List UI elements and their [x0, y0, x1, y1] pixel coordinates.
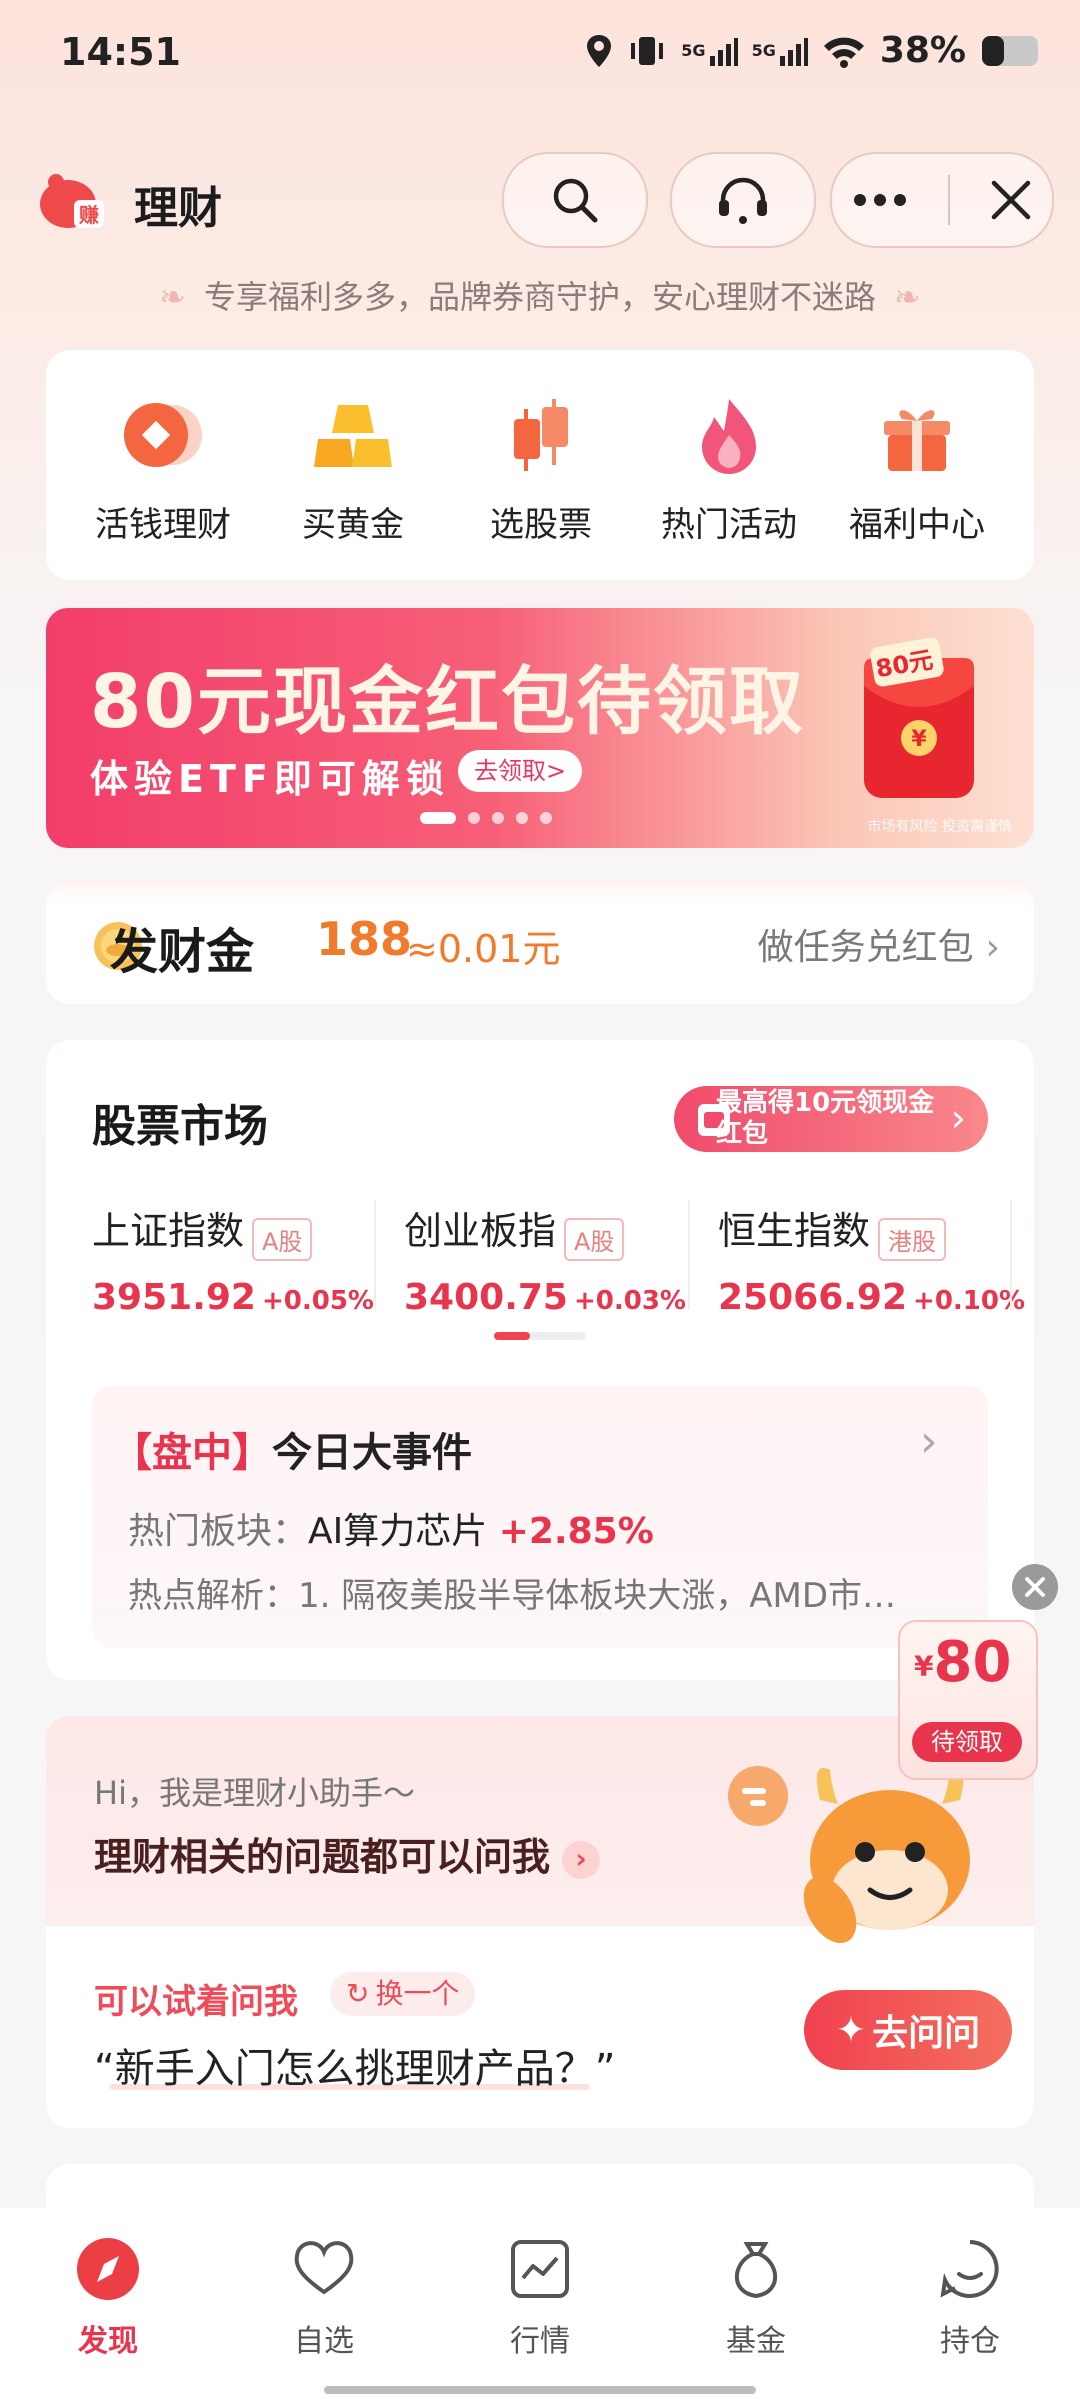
banner-dot — [492, 812, 504, 824]
wifi-icon — [823, 37, 864, 68]
assistant-prompt-link[interactable]: 理财相关的问题都可以问我 › — [94, 1826, 601, 1881]
chevron-right-icon: › — [950, 1096, 966, 1140]
chevron-circle-icon: › — [562, 1840, 601, 1879]
banner-dot — [420, 812, 456, 824]
banner-claim-button[interactable]: 去领取> — [458, 750, 583, 792]
leaf-right-icon: ❧ — [894, 278, 921, 316]
refresh-icon: ↻ — [346, 1977, 370, 2010]
index-shanghai[interactable]: 上证指数 A股 3951.92 +0.05% — [92, 1200, 392, 1318]
headset-icon — [719, 177, 767, 224]
banner-title: 80元现金红包待领取 — [90, 659, 805, 745]
battery-icon — [982, 35, 1038, 66]
nav-item-hot-events[interactable]: 热门活动 — [634, 395, 824, 546]
chevron-right-icon: › — [985, 927, 1000, 968]
banner-dot — [516, 812, 528, 824]
location-icon — [587, 34, 612, 67]
signal-bars-icon — [709, 37, 738, 66]
nav-item-welfare-center[interactable]: 福利中心 — [822, 395, 1012, 546]
vibrate-icon — [631, 36, 664, 65]
nav-item-pick-stocks[interactable]: 选股票 — [446, 395, 636, 546]
tagline: ❧ 专享福利多多，品牌券商守护，安心理财不迷路 ❧ — [159, 278, 921, 316]
banner-subtitle: 体验ETF即可解锁 — [90, 757, 450, 801]
cash-promo-text: 最高得10元领现金红包 — [716, 1088, 935, 1149]
tab-watchlist[interactable]: 自选 — [254, 2236, 394, 2360]
home-indicator — [324, 2386, 756, 2394]
fortune-coin-label: 发财金 — [110, 924, 255, 980]
flame-icon — [702, 399, 756, 474]
index-divider — [1010, 1200, 1012, 1310]
customer-service-button[interactable] — [670, 152, 816, 248]
search-button[interactable] — [502, 152, 648, 248]
app-logo: 赚 — [36, 168, 106, 232]
go-ask-button[interactable]: ✦ 去问问 — [804, 1990, 1012, 2070]
chevron-right-icon: › — [920, 1416, 938, 1467]
assistant-greeting: Hi，我是理财小助手～ — [94, 1774, 415, 1812]
banner-pagination — [420, 812, 552, 824]
coin-stack-icon — [124, 403, 202, 467]
signal-bars-icon — [779, 37, 808, 66]
tab-discover[interactable]: 发现 — [38, 2236, 178, 2360]
hot-analysis-row: 热点解析：1. 隔夜美股半导体板块大涨，AMD市… — [128, 1576, 897, 1616]
tab-market[interactable]: 行情 — [470, 2236, 610, 2360]
float-close-button[interactable] — [1012, 1564, 1058, 1610]
tab-fund[interactable]: 基金 — [686, 2236, 826, 2360]
more-dots-icon — [854, 194, 906, 206]
banner-dot — [540, 812, 552, 824]
floating-amount: ¥80 — [914, 1630, 1012, 1695]
gift-box-icon — [884, 410, 950, 471]
smile-face-icon — [940, 2240, 999, 2298]
status-time: 14:51 — [60, 30, 181, 74]
close-button[interactable] — [990, 179, 1032, 221]
suggested-question[interactable]: “新手入门怎么挑理财产品？” — [94, 2036, 615, 2094]
market-title: 股票市场 — [92, 1101, 268, 1152]
task-redeem-link[interactable]: 做任务兑红包 › — [758, 918, 1000, 970]
fortune-coin-amount: 188 — [316, 912, 413, 966]
tab-holdings[interactable]: 持仓 — [900, 2236, 1040, 2360]
logo-text: 赚 — [78, 203, 99, 227]
signal-2-label: 5G — [751, 41, 776, 60]
heart-icon — [294, 2241, 354, 2295]
change-question-button[interactable]: ↻ 换一个 — [330, 1972, 476, 2016]
svg-text:¥: ¥ — [911, 727, 927, 752]
event-title: 【盘中】今日大事件 — [112, 1430, 472, 1476]
more-button[interactable] — [852, 193, 908, 207]
search-icon — [553, 178, 598, 223]
status-icons: 5G 5G 38% — [585, 30, 1040, 71]
close-icon — [1025, 1577, 1045, 1597]
nav-item-flexible-savings[interactable]: 活钱理财 — [68, 395, 258, 546]
battery-percent: 38% — [879, 30, 966, 71]
gold-bars-icon — [314, 405, 392, 467]
chart-line-icon — [511, 2240, 569, 2298]
hot-sector-row: 热门板块：AI算力芯片 +2.85% — [128, 1511, 654, 1552]
banner-dot — [468, 812, 480, 824]
index-scroll-indicator — [494, 1332, 586, 1340]
fortune-coin-value: ≈0.01元 — [406, 927, 561, 971]
nav-item-buy-gold[interactable]: 买黄金 — [258, 395, 448, 546]
capsule-divider — [948, 175, 950, 225]
candlestick-icon — [514, 399, 568, 471]
money-bag-icon — [735, 2242, 777, 2299]
index-hang-seng[interactable]: 恒生指数 港股 25066.92 +0.10% — [718, 1200, 1025, 1318]
red-envelope-image: 80元 ¥ — [854, 637, 984, 808]
compass-icon — [77, 2238, 139, 2300]
signal-1-label: 5G — [681, 41, 706, 60]
index-divider — [374, 1200, 376, 1310]
try-ask-label: 可以试着问我 — [94, 1982, 298, 2022]
sparkle-icon: ✦ — [835, 2009, 867, 2051]
leaf-left-icon: ❧ — [159, 278, 186, 316]
index-chinext[interactable]: 创业板指 A股 3400.75 +0.03% — [404, 1200, 704, 1318]
floating-claim-button[interactable]: 待领取 — [912, 1722, 1022, 1762]
close-icon — [991, 180, 1031, 220]
index-divider — [688, 1200, 690, 1310]
banner-risk-note: 市场有风险 投资需谨慎 — [867, 819, 1012, 835]
page-title: 理财 — [134, 183, 222, 234]
mini-program-capsule — [830, 152, 1054, 248]
